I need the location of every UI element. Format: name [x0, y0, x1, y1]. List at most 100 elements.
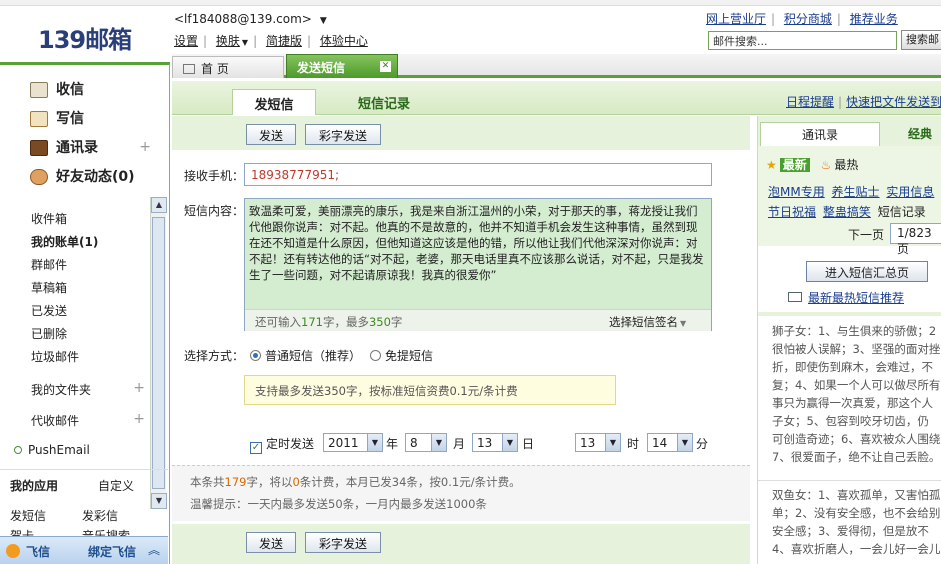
sort-hottest[interactable]: 最热 [834, 158, 858, 172]
hour-select[interactable]: 13 ▼ [575, 433, 621, 452]
color-send-button-bottom[interactable]: 彩字发送 [305, 532, 381, 553]
scroll-thumb[interactable] [152, 217, 165, 489]
experience-center-link[interactable]: 体验中心 [320, 34, 368, 48]
add-folder-icon[interactable]: + [133, 380, 145, 396]
nav-compose[interactable]: 写信 [30, 108, 84, 132]
method-label: 选择方式： [184, 349, 245, 363]
skin-link[interactable]: 换肤 [216, 34, 240, 48]
billing-summary: 本条共179字，将以0条计费，本月已发34条，按0.1元/条计费。 [190, 475, 521, 489]
sms-sample-leo[interactable]: 狮子女：1、与生俱来的骄傲；2 很怕被人误解；3、坚强的面对挫 折，即使伤到麻木… [772, 322, 941, 474]
folder-drafts[interactable]: 草稿箱 [31, 279, 67, 296]
year-select[interactable]: 2011 ▼ [323, 433, 383, 452]
feixin-icon [6, 544, 20, 558]
color-send-button[interactable]: 彩字发送 [305, 124, 381, 145]
sms-subnav: 发短信 短信记录 日程提醒 | 快速把文件发送到 [172, 81, 941, 115]
send-file-link[interactable]: 快速把文件发送到 [846, 95, 941, 109]
next-page-link[interactable]: 下一页 [848, 226, 884, 243]
category-row-1: 泡MM专用 养生贴士 实用信息 第 [768, 183, 941, 200]
send-button-bottom[interactable]: 发送 [246, 532, 296, 553]
tab-send-sms[interactable]: 发送短信 ✕ [286, 54, 398, 78]
timed-send-option[interactable]: ✓ 定时发送 [250, 435, 314, 454]
nav-friends[interactable]: 好友动态(0) [30, 166, 135, 190]
feixin-bar[interactable]: 飞信 绑定飞信 ︽ [0, 536, 168, 564]
star-icon: ★ [766, 158, 777, 172]
proxy-mail[interactable]: 代收邮件 [31, 412, 79, 429]
points-mall-link[interactable]: 积分商城 [784, 12, 832, 26]
subnav-links: 日程提醒 | 快速把文件发送到 [786, 95, 941, 109]
push-email[interactable]: PushEmail [14, 443, 90, 457]
search-button[interactable]: 搜索邮 [901, 30, 941, 50]
category-useful[interactable]: 实用信息 [886, 185, 934, 199]
category-holiday[interactable]: 节日祝福 [768, 205, 816, 219]
folder-spam[interactable]: 垃圾邮件 [31, 348, 79, 365]
recipient-label: 接收手机： [184, 169, 245, 183]
mail-search-input[interactable] [708, 31, 897, 50]
schedule-reminder-link[interactable]: 日程提醒 [786, 95, 834, 109]
tab-classic[interactable]: 经典 [908, 125, 932, 142]
sms-summary-button[interactable]: 进入短信汇总页 [806, 261, 928, 282]
subtab-sms-records[interactable]: 短信记录 [358, 93, 410, 112]
top-action-bar: 发送 彩字发送 [172, 116, 750, 150]
tab-home[interactable]: 首 页 [172, 56, 284, 78]
timed-send-checkbox[interactable]: ✓ [250, 442, 262, 454]
recommend-link[interactable]: 推荐业务 [850, 12, 898, 26]
folder-inbox[interactable]: 收件箱 [31, 210, 67, 227]
add-proxy-icon[interactable]: + [133, 411, 145, 427]
nav-contacts[interactable]: 通讯录 [30, 137, 98, 161]
method-free-option[interactable]: 免提短信 [370, 347, 433, 364]
month-select[interactable]: 8 ▼ [405, 433, 447, 452]
nav-inbox[interactable]: 收信 [30, 79, 84, 103]
latest-hot-link[interactable]: 最新最热短信推荐 [808, 289, 904, 306]
sort-row: ★ 最新 ♨ 最热 [766, 156, 861, 173]
bottom-action-bar: 发送 彩字发送 [172, 524, 750, 564]
top-links: 设置 | 换肤 ▼ | 简捷版 | 体验中心 [174, 34, 368, 48]
sidebar-scrollbar[interactable]: ▲ ▼ [150, 197, 167, 509]
content-textarea[interactable]: 致温柔可爱，美丽漂亮的康乐，我是来自浙江温州的小荣，对于那天的事，蒋龙授让我们代… [244, 198, 712, 331]
chevron-down-icon[interactable]: ▼ [242, 38, 248, 47]
simple-version-link[interactable]: 简捷版 [266, 34, 302, 48]
app-send-mms[interactable]: 发彩信 [82, 507, 118, 524]
apps-customize[interactable]: 自定义 [98, 477, 134, 494]
minute-select[interactable]: 14 ▼ [647, 433, 693, 452]
nav-contacts-label: 通讯录 [56, 140, 98, 156]
billing-notice: 支持最多发送350字，按标准短信资费0.1元/条计费 [244, 375, 616, 405]
day-value: 13 [477, 436, 493, 450]
my-folders[interactable]: 我的文件夹 [31, 381, 91, 398]
add-contact-icon[interactable]: + [139, 139, 151, 155]
signature-select-label: 选择短信签名 [609, 315, 678, 329]
subtab-send-sms[interactable]: 发短信 [232, 89, 316, 115]
folder-deleted[interactable]: 已删除 [31, 325, 67, 342]
method-normal-option[interactable]: 普通短信（推荐） [250, 347, 361, 364]
chevron-down-icon[interactable]: ▼ [320, 16, 327, 26]
page-indicator[interactable]: 1/823页 [890, 223, 941, 256]
sort-newest[interactable]: 最新 [779, 158, 810, 172]
recipient-input[interactable]: 18938777951; [244, 163, 712, 186]
tab-contacts[interactable]: 通讯录 [760, 122, 880, 146]
month-value: 8 [410, 436, 418, 450]
radio-free[interactable] [370, 350, 381, 361]
app-send-sms[interactable]: 发短信 [10, 507, 46, 524]
radio-normal[interactable] [250, 350, 261, 361]
scroll-up-icon[interactable]: ▲ [151, 197, 167, 213]
minute-unit: 分 [696, 437, 709, 451]
chevron-up-icon[interactable]: ︽ [148, 541, 160, 558]
settings-link[interactable]: 设置 [174, 34, 198, 48]
account-menu[interactable]: <lf184088@139.com> ▼ [174, 12, 327, 26]
tab-strip: 首 页 发送短信 ✕ [172, 54, 941, 78]
signature-select[interactable]: 选择短信签名 ▼ [609, 314, 686, 330]
day-select[interactable]: 13 ▼ [472, 433, 518, 452]
category-mm[interactable]: 泡MM专用 [768, 185, 825, 199]
person-icon [30, 169, 48, 185]
online-hall-link[interactable]: 网上营业厅 [706, 12, 766, 26]
folder-sent[interactable]: 已发送 [31, 302, 67, 319]
send-button[interactable]: 发送 [246, 124, 296, 145]
bind-feixin-link[interactable]: 绑定飞信 [88, 543, 136, 560]
folder-bills[interactable]: 我的账单(1) [31, 233, 98, 250]
push-email-label: PushEmail [28, 443, 90, 457]
category-health[interactable]: 养生贴士 [832, 185, 880, 199]
category-records[interactable]: 短信记录 [878, 205, 926, 219]
category-funny[interactable]: 整蛊搞笑 [823, 205, 871, 219]
sms-sample-pisces[interactable]: 双鱼女：1、喜欢孤单，又害怕孤 单；2、没有安全感，也不会给别 安全感；3、爱得… [772, 486, 941, 564]
folder-group[interactable]: 群邮件 [31, 256, 67, 273]
close-icon[interactable]: ✕ [380, 61, 391, 72]
